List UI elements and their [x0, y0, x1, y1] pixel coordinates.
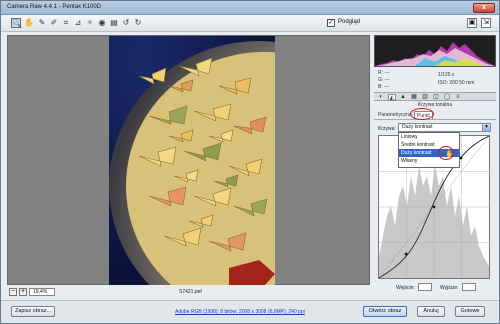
save-image-button[interactable]: Zapisz obraz...	[11, 306, 55, 317]
preview-label: Podgląd	[338, 19, 361, 25]
image-canvas[interactable]	[7, 35, 370, 285]
detail-tab-icon[interactable]: ▲	[399, 94, 407, 101]
output-field[interactable]	[462, 283, 476, 291]
curve-select-value: Duży kontrast	[402, 124, 433, 130]
rotate-right-icon[interactable]: ↻	[133, 18, 143, 28]
pixel-readout: R: --- G: --- B: --- 1/125 s ISO: 200 50…	[374, 69, 496, 91]
open-external-icon[interactable]: ⇲	[481, 18, 491, 28]
histogram	[374, 35, 496, 67]
red-eye-icon[interactable]: ◉	[97, 18, 107, 28]
tab-parametric[interactable]: Parametryczna	[376, 111, 414, 119]
zoom-in-button[interactable]: +	[19, 288, 27, 296]
shutter-speed: 1/125 s	[438, 72, 455, 78]
zoom-out-button[interactable]: −	[9, 288, 17, 296]
cursor-icon: ✋	[445, 151, 454, 158]
curve-label: Krzywa:	[378, 126, 396, 132]
input-output-row: Wejście: Wyjście:	[374, 283, 496, 293]
curve-subtabs: Parametryczna Punkt	[374, 108, 496, 120]
camera-calibration-tab-icon[interactable]: ◯	[443, 94, 451, 101]
open-image-button[interactable]: Otwórz obraz	[363, 306, 407, 317]
zoom-level-select[interactable]: 19,4%	[29, 288, 55, 296]
preview-checkbox[interactable]: ✓	[327, 19, 335, 27]
crop-icon[interactable]: ⌗	[61, 18, 71, 28]
cancel-button[interactable]: Anuluj	[417, 306, 445, 317]
color-sampler-icon[interactable]: ✐	[49, 18, 59, 28]
chevron-down-icon[interactable]: ▼	[482, 124, 490, 131]
input-label: Wejście:	[396, 285, 415, 291]
straighten-icon[interactable]: ⊿	[73, 18, 83, 28]
zoom-icon[interactable]: 🔍	[11, 18, 22, 28]
basic-tab-icon[interactable]: ◐	[377, 94, 385, 101]
photo-preview[interactable]	[109, 36, 275, 285]
title-bar: Camera Raw 4.4.1 - Pentax K100D x	[1, 1, 499, 15]
file-name: S7421.pef	[179, 289, 202, 295]
section-title: Krzywa tonalna	[417, 102, 453, 108]
close-button[interactable]: x	[473, 3, 495, 13]
readout-b: B: ---	[378, 84, 390, 90]
toolbar: 🔍 ✋ ✎ ✐ ⌗ ⊿ ✧ ◉ ▤ ↺ ↻ ✓ Podgląd ▣ ⇲	[1, 15, 499, 32]
fullscreen-icon[interactable]: ▣	[467, 18, 477, 28]
window-title: Camera Raw 4.4.1 - Pentax K100D	[7, 4, 102, 10]
output-label: Wyjście:	[440, 285, 459, 291]
rotate-left-icon[interactable]: ↺	[121, 18, 131, 28]
readout-g: G: ---	[378, 77, 390, 83]
zoom-bar: − + 19,4% S7421.pef	[7, 287, 370, 297]
presets-tab-icon[interactable]: ≡	[454, 94, 462, 101]
readout-r: R: ---	[378, 70, 390, 76]
retouch-icon[interactable]: ✧	[85, 18, 95, 28]
option-linear[interactable]: Liniowy	[399, 133, 459, 141]
done-button[interactable]: Gotowe	[455, 306, 485, 317]
lens-tab-icon[interactable]: ◫	[432, 94, 440, 101]
curve-select[interactable]: Duży kontrast ▼	[398, 123, 491, 132]
panel-tab-bar: ◐ ◭ ▲ ▦ ▥ ◫ ◯ ≡	[374, 92, 496, 101]
adjustments-panel: R: --- G: --- B: --- 1/125 s ISO: 200 50…	[374, 35, 496, 297]
white-balance-icon[interactable]: ✎	[37, 18, 47, 28]
hsl-tab-icon[interactable]: ▦	[410, 94, 418, 101]
camera-raw-window: Camera Raw 4.4.1 - Pentax K100D x 🔍 ✋ ✎ …	[0, 0, 500, 324]
hand-icon[interactable]: ✋	[24, 18, 34, 28]
iso-focal: ISO: 200 50 mm	[438, 80, 475, 86]
footer-bar: Zapisz obraz... Adobe RGB (1998); 8 bitó…	[1, 300, 499, 323]
split-toning-tab-icon[interactable]: ▥	[421, 94, 429, 101]
annotation-circle	[410, 108, 434, 120]
pasta-photo	[109, 41, 275, 285]
tone-curve-tab-icon[interactable]: ◭	[388, 94, 396, 101]
workflow-options-link[interactable]: Adobe RGB (1998); 8 bitów; 2008 x 3008 (…	[175, 309, 305, 315]
input-field[interactable]	[418, 283, 432, 291]
preferences-icon[interactable]: ▤	[109, 18, 119, 28]
